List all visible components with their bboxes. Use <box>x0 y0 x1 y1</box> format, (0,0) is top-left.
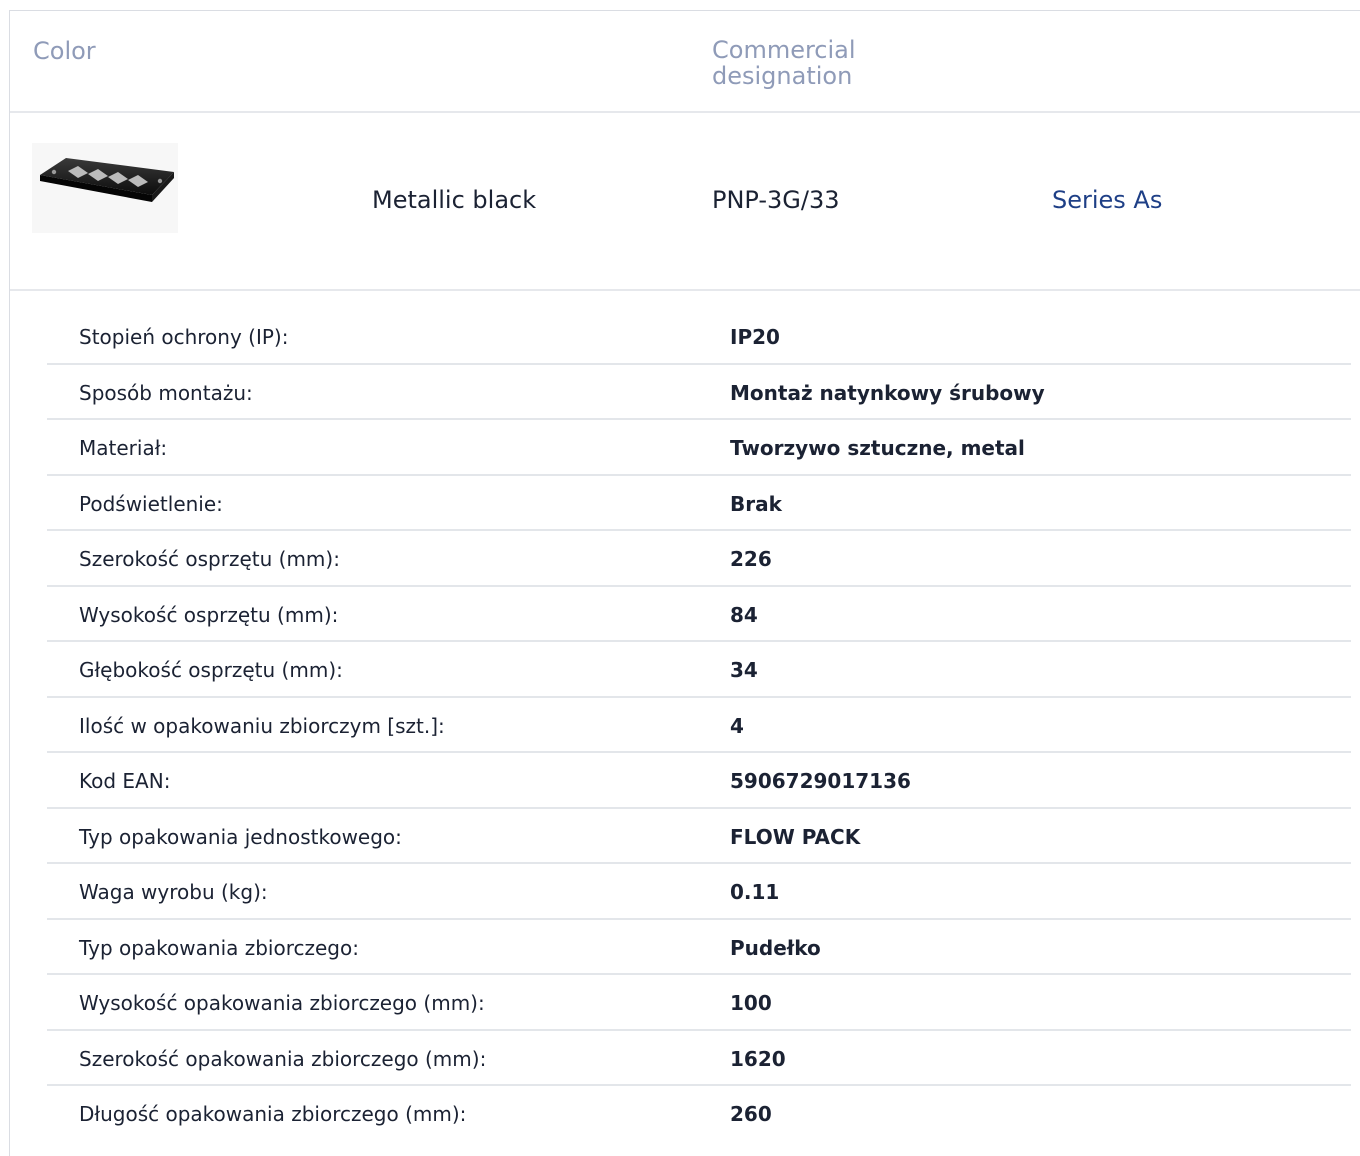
spec-value: 1620 <box>730 1046 786 1071</box>
spec-label: Sposób montażu: <box>79 380 253 405</box>
spec-label: Materiał: <box>79 436 168 460</box>
spec-value: 226 <box>730 547 772 571</box>
spec-row: Ilość w opakowaniu zbiorczym [szt.]: 4 <box>47 698 1351 753</box>
spec-label: Ilość w opakowaniu zbiorczym [szt.]: <box>79 713 445 738</box>
series-link[interactable]: Series As <box>1052 185 1162 215</box>
spec-value: Montaż natynkowy śrubowy <box>730 380 1045 405</box>
spec-label: Szerokość osprzętu (mm): <box>79 547 340 571</box>
spec-value: 100 <box>730 991 772 1015</box>
spec-label: Waga wyrobu (kg): <box>79 880 268 904</box>
spec-label: Typ opakowania zbiorczego: <box>79 935 359 960</box>
spec-row: Sposób montażu: Montaż natynkowy śrubowy <box>47 365 1351 420</box>
spec-value: 5906729017136 <box>730 769 911 793</box>
spec-value: Brak <box>730 491 782 516</box>
spec-row: Typ opakowania zbiorczego: Pudełko <box>47 920 1351 975</box>
spec-label: Wysokość osprzętu (mm): <box>79 602 339 627</box>
spec-value: Pudełko <box>730 935 821 960</box>
spec-label: Stopień ochrony (IP): <box>79 325 289 349</box>
spec-row: Wysokość opakowania zbiorczego (mm): 100 <box>47 975 1351 1031</box>
spec-row: Głębokość osprzętu (mm): 34 <box>47 642 1351 698</box>
spec-row: Kod EAN: 5906729017136 <box>47 753 1351 809</box>
spec-row: Długość opakowania zbiorczego (mm): 260 <box>47 1086 1351 1142</box>
spec-row: Podświetlenie: Brak <box>47 476 1351 531</box>
spec-value: 34 <box>730 658 758 682</box>
spec-value: IP20 <box>730 325 780 349</box>
specifications-table: Stopień ochrony (IP): IP20 Sposób montażu:… <box>47 309 1351 1142</box>
product-variant-row: Metallic black PNP-3G/33 Series As <box>10 113 1360 291</box>
spec-row: Materiał: Tworzywo sztuczne, metal <box>47 420 1351 476</box>
spec-row: Typ opakowania jednostkowego: FLOW PACK <box>47 809 1351 864</box>
spec-row: Szerokość osprzętu (mm): 226 <box>47 531 1351 587</box>
product-thumbnail[interactable] <box>32 143 178 233</box>
product-color-value: Metallic black <box>372 186 537 214</box>
product-variants-panel: Color Commercial designation Metallic bl… <box>9 10 1360 1156</box>
table-header-row: Color Commercial designation <box>10 11 1360 113</box>
spec-label: Głębokość osprzętu (mm): <box>79 658 343 682</box>
spec-value: 4 <box>730 713 744 738</box>
product-designation-value: PNP-3G/33 <box>712 186 840 214</box>
product-frame-icon <box>40 158 174 202</box>
spec-label: Kod EAN: <box>79 769 171 793</box>
header-color: Color <box>33 37 96 65</box>
spec-value: 84 <box>730 602 758 627</box>
spec-label: Wysokość opakowania zbiorczego (mm): <box>79 991 485 1015</box>
spec-row: Stopień ochrony (IP): IP20 <box>47 309 1351 365</box>
header-commercial-designation: Commercial designation <box>712 36 856 90</box>
spec-value: Tworzywo sztuczne, metal <box>730 436 1025 460</box>
spec-value: 260 <box>730 1102 772 1126</box>
spec-value: FLOW PACK <box>730 824 861 849</box>
spec-label: Szerokość opakowania zbiorczego (mm): <box>79 1046 487 1071</box>
spec-row: Waga wyrobu (kg): 0.11 <box>47 864 1351 920</box>
spec-label: Podświetlenie: <box>79 491 223 516</box>
spec-label: Długość opakowania zbiorczego (mm): <box>79 1102 467 1126</box>
spec-row: Wysokość osprzętu (mm): 84 <box>47 587 1351 642</box>
spec-label: Typ opakowania jednostkowego: <box>79 824 402 849</box>
spec-row: Szerokość opakowania zbiorczego (mm): 162… <box>47 1031 1351 1086</box>
spec-value: 0.11 <box>730 880 780 904</box>
